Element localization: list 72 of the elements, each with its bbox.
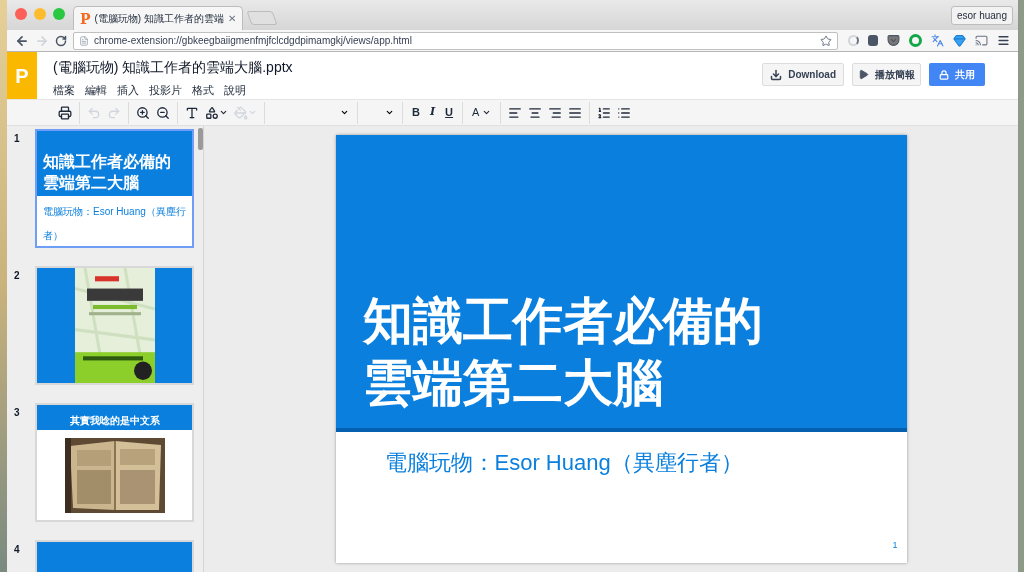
print-icon xyxy=(58,105,72,120)
close-window-icon[interactable] xyxy=(15,8,27,20)
slide-thumbnail[interactable]: 知識工作者必備的 雲端第二大腦 電腦玩物：Esor Huang（異塵行者） xyxy=(35,129,194,248)
thumbnail-title: 雲端第二大腦 xyxy=(43,173,140,193)
play-icon xyxy=(858,69,869,80)
back-icon[interactable] xyxy=(15,33,29,48)
page-icon xyxy=(79,35,89,46)
share-button[interactable]: 共用 xyxy=(929,63,985,86)
reload-icon[interactable] xyxy=(55,34,67,47)
url-field[interactable]: chrome-extension://gbkeegbaiigmenfmjfclcdgdpimamgkj/views/app.html xyxy=(73,31,838,50)
align-center-icon xyxy=(528,105,543,120)
menu-item[interactable]: 插入 xyxy=(117,82,139,99)
slide-subtitle: 電腦玩物：Esor Huang（異塵行者） xyxy=(383,449,744,477)
bookmark-star-icon[interactable] xyxy=(820,34,832,47)
bulleted-list-icon xyxy=(617,105,632,120)
tab-favicon: P xyxy=(80,11,91,26)
align-left-icon xyxy=(508,105,523,120)
slide-number: 3 xyxy=(13,406,21,420)
slide-number: 2 xyxy=(13,269,21,283)
thumbnail-title: 知識工作者必備的 xyxy=(43,152,172,172)
spinner-icon[interactable] xyxy=(848,35,859,46)
slide-thumbnail[interactable]: 其實我唸的是中文系 xyxy=(35,403,194,522)
ring-icon[interactable] xyxy=(909,34,922,47)
text-box-icon xyxy=(185,105,199,120)
tab-title: (電腦玩物) 知識工作者的雲端 xyxy=(94,12,224,26)
slide-number: 1 xyxy=(13,132,21,146)
tab-close-button[interactable]: ✕ xyxy=(228,11,236,26)
slide-number: 4 xyxy=(13,543,21,557)
present-button[interactable]: 播放簡報 xyxy=(852,63,921,86)
slide-thumbnail[interactable] xyxy=(35,266,194,385)
download-icon xyxy=(770,68,783,81)
menu-item[interactable]: 編輯 xyxy=(85,82,107,99)
document-title: (電腦玩物) 知識工作者的雲端大腦.pptx xyxy=(53,58,293,77)
slide-title: 知識工作者必備的 xyxy=(362,292,764,351)
caret-icon xyxy=(385,108,394,117)
caret-icon xyxy=(340,108,349,117)
numbered-list-icon xyxy=(597,105,612,120)
align-right-icon xyxy=(548,105,563,120)
menu-item[interactable]: 檔案 xyxy=(53,82,75,99)
slide-title: 雲端第二大腦 xyxy=(362,354,664,413)
shapes-icon xyxy=(205,105,219,120)
profile-button[interactable]: esor huang xyxy=(950,5,1013,25)
format-button[interactable]: B xyxy=(407,101,425,124)
thumbnail-subtitle: 電腦玩物：Esor Huang（異塵行者） xyxy=(43,206,186,241)
browser-tab[interactable]: P (電腦玩物) 知識工作者的雲端 ✕ xyxy=(73,6,243,30)
menu-item[interactable]: 格式 xyxy=(192,82,214,99)
zoom-in-icon xyxy=(136,105,150,120)
download-button[interactable]: Download xyxy=(762,63,844,86)
undo-icon xyxy=(87,105,101,120)
scrollbar-thumb[interactable] xyxy=(198,128,203,150)
url-text: chrome-extension://gbkeegbaiigmenfmjfclcdgdpimamgkj/views/app.html xyxy=(94,34,413,48)
caret-icon xyxy=(219,108,228,117)
page-number: 1 xyxy=(892,538,899,552)
paint-bucket-icon xyxy=(234,105,248,120)
format-button[interactable]: A xyxy=(467,101,497,124)
caret-icon xyxy=(248,108,257,117)
menu-item[interactable]: 說明 xyxy=(224,82,246,99)
app-logo: P xyxy=(7,52,37,99)
menu-icon[interactable] xyxy=(997,34,1010,47)
pocket-icon[interactable] xyxy=(887,34,900,47)
diamond-icon[interactable] xyxy=(953,34,966,47)
format-button[interactable]: U xyxy=(440,101,459,124)
thumbnail-title: 其實我唸的是中文系 xyxy=(69,414,160,428)
align-justify-icon xyxy=(568,105,583,120)
lock-icon xyxy=(939,69,949,80)
translate-icon[interactable] xyxy=(931,34,944,47)
zoom-out-icon xyxy=(156,105,170,120)
cast-icon[interactable] xyxy=(975,34,988,47)
caret-icon xyxy=(482,108,492,117)
format-button[interactable]: I xyxy=(424,101,441,124)
redo-icon xyxy=(107,105,121,120)
menu-item[interactable]: 投影片 xyxy=(149,82,182,99)
